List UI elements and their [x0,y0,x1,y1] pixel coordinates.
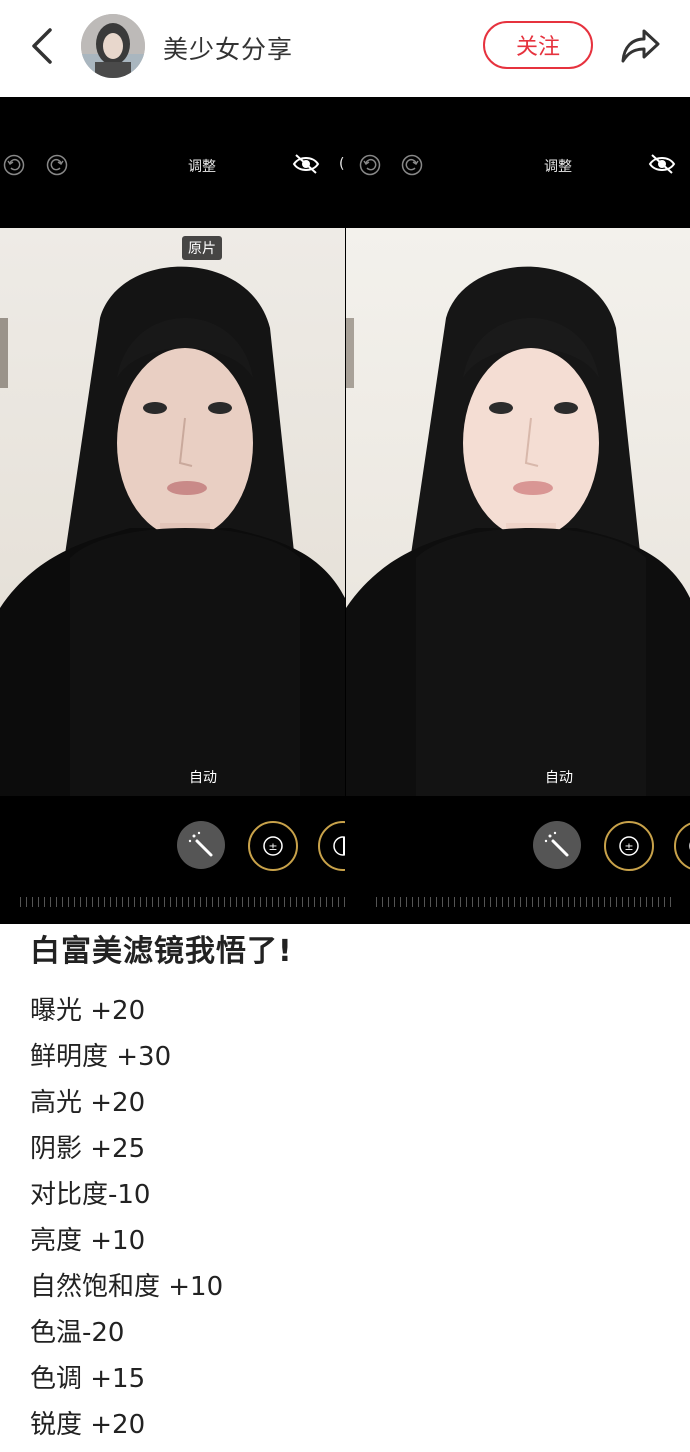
post-content: 白富美滤镜我悟了! 曝光 +20 鲜明度 +30 高光 +20 阴影 +25 对… [30,932,670,1448]
back-chevron-icon[interactable] [22,22,66,70]
svg-text:±: ± [624,840,633,853]
setting-line: 曝光 +20 [30,996,146,1026]
hide-eye-icon[interactable] [292,153,320,175]
hide-eye-icon[interactable] [648,153,676,175]
setting-line: 亮度 +10 [30,1226,146,1256]
partial-icon-edge: ( [339,156,345,172]
adjust-slider[interactable] [20,897,345,907]
setting-line: 色温-20 [30,1318,125,1348]
brilliance-icon[interactable] [318,821,345,871]
redo-icon[interactable] [401,154,423,176]
editor-toolbar: 调整 ( [0,97,345,228]
adjust-tools: ± [0,796,345,924]
auto-label: 自动 [545,770,573,786]
setting-line: 色调 +15 [30,1364,146,1394]
redo-icon[interactable] [46,154,68,176]
auto-label: 自动 [189,770,217,786]
editor-title: 调整 [544,159,572,175]
magic-wand-icon[interactable] [533,821,581,869]
setting-line: 锐度 +20 [30,1410,146,1440]
adjust-tools: ± [346,796,690,924]
photo-panel-original[interactable]: 调整 ( 原片 自动 ± [0,97,345,924]
portrait-photo-edited: 自动 [346,228,690,796]
setting-line: 阴影 +25 [30,1134,146,1164]
original-tag: 原片 [182,236,222,260]
adjust-slider[interactable] [376,897,676,907]
post-title: 白富美滤镜我悟了! [30,934,293,969]
setting-line: 自然饱和度 +10 [30,1272,224,1302]
photo-panel-edited[interactable]: 调整 自动 ± [346,97,690,924]
author-name[interactable]: 美少女分享 [163,30,293,66]
setting-line: 对比度-10 [30,1180,151,1210]
editor-toolbar: 调整 [346,97,690,228]
exposure-icon[interactable]: ± [248,821,298,871]
photo-comparison: 调整 ( 原片 自动 ± 调整 自动 ± [0,97,690,924]
portrait-photo-original: 原片 自动 [0,228,345,796]
exposure-icon[interactable]: ± [604,821,654,871]
avatar[interactable] [81,14,145,78]
svg-text:±: ± [268,840,277,853]
setting-line: 高光 +20 [30,1088,146,1118]
editor-title: 调整 [188,159,216,175]
magic-wand-icon[interactable] [177,821,225,869]
follow-button[interactable]: 关注 [483,21,593,69]
share-arrow-icon[interactable] [614,21,664,69]
top-bar: 美少女分享 关注 [0,0,690,97]
undo-icon[interactable] [3,154,25,176]
undo-icon[interactable] [359,154,381,176]
brilliance-icon[interactable] [674,821,690,871]
setting-line: 鲜明度 +30 [30,1042,172,1072]
